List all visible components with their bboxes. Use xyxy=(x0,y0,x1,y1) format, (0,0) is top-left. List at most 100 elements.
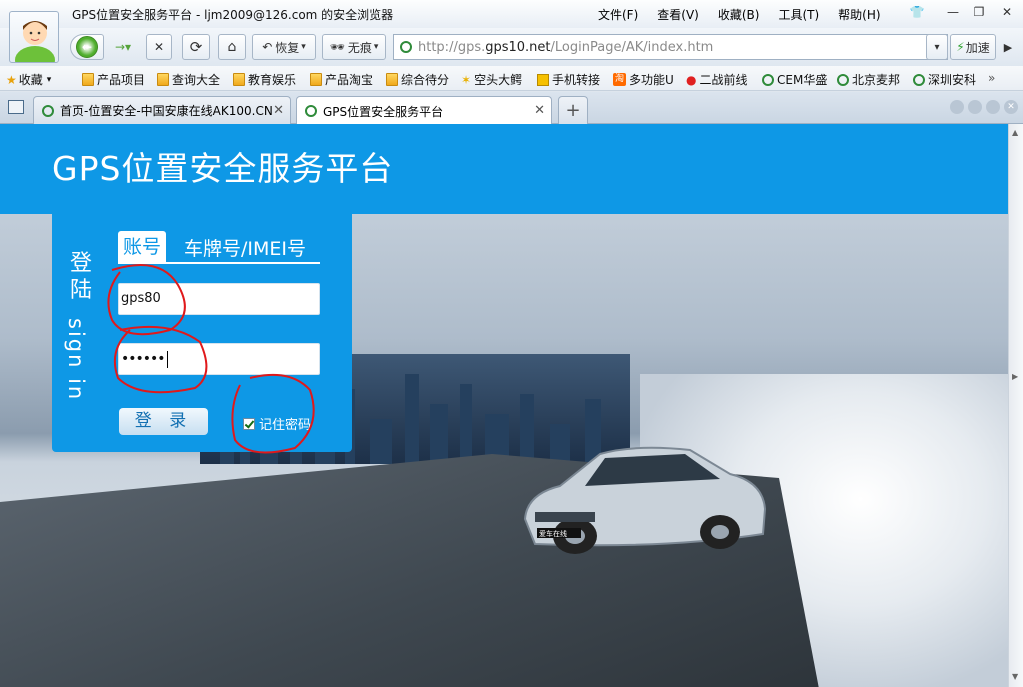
scroll-middle-icon[interactable]: ▶ xyxy=(1012,372,1018,381)
bookmark-folder[interactable]: 综合待分 xyxy=(386,71,449,88)
bookmark-item[interactable]: 北京麦邦 xyxy=(837,71,900,88)
new-tab-button[interactable]: + xyxy=(558,96,588,124)
url-prefix: http://gps. xyxy=(418,39,486,55)
bookmark-label: CEM华盛 xyxy=(777,73,828,87)
globe-icon xyxy=(42,104,54,117)
menu-tools[interactable]: 工具(T) xyxy=(778,6,819,23)
url-domain: gps10.net xyxy=(485,39,551,55)
page-icon xyxy=(400,41,412,53)
bookmark-label: 收藏 xyxy=(18,73,43,87)
bookmarks-overflow-icon[interactable]: » xyxy=(988,71,995,85)
password-input[interactable]: •••••• xyxy=(118,343,320,375)
globe-icon xyxy=(305,105,317,117)
skin-icon[interactable]: 👕 xyxy=(908,4,926,20)
bookmark-favorites[interactable]: ★ 收藏 ▾ xyxy=(6,71,51,88)
globe-icon xyxy=(762,73,774,86)
minimize-icon[interactable]: — xyxy=(944,4,962,20)
bookmark-folder[interactable]: 产品项目 xyxy=(82,71,145,88)
forward-button[interactable]: →▾ xyxy=(106,34,140,60)
window-title: GPS位置安全服务平台 - ljm2009@126.com 的安全浏览器 xyxy=(72,8,394,22)
close-window-icon[interactable]: ✕ xyxy=(998,4,1016,20)
address-bar[interactable]: http://gps.gps10.net/LoginPage/AK/index.… xyxy=(393,34,948,60)
bookmark-folder[interactable]: 产品淘宝 xyxy=(310,71,373,88)
close-tab-icon[interactable]: ✕ xyxy=(534,103,545,118)
menu-favorites[interactable]: 收藏(B) xyxy=(718,6,760,23)
user-avatar[interactable] xyxy=(9,11,59,63)
star-icon: ★ xyxy=(6,72,17,87)
tab-scroll-right-icon[interactable] xyxy=(968,100,982,114)
menu-help[interactable]: 帮助(H) xyxy=(838,6,880,23)
forward-arrow-icon: →▾ xyxy=(114,40,132,54)
menu-bar: 文件(F) 查看(V) 收藏(B) 工具(T) 帮助(H) xyxy=(598,6,900,23)
restore-tabs-button[interactable]: ↶ 恢复 ▾ xyxy=(252,34,316,60)
bookmark-item[interactable]: 手机转接 xyxy=(537,71,600,88)
bookmark-item[interactable]: 深圳安科 xyxy=(913,71,976,88)
bookmark-label: 产品淘宝 xyxy=(325,73,374,87)
remember-password-label: 记住密码 xyxy=(259,418,312,433)
tab-home[interactable]: 首页-位置安全-中国安康在线AK100.CN ✕ xyxy=(33,96,291,124)
go-button[interactable]: ▶ xyxy=(998,34,1018,60)
accelerate-label: 加速 xyxy=(965,40,990,55)
login-button[interactable]: 登 录 xyxy=(119,408,208,435)
web-page: 爱车在线 GPS位置安全服务平台 登陆 sign in 账号 车牌号/IMEI号… xyxy=(0,124,1008,687)
taobao-icon: 淘 xyxy=(613,73,626,86)
chevron-down-icon: ▾ xyxy=(46,74,52,85)
bookmark-item[interactable]: ✶ 空头大鳄 xyxy=(461,71,522,88)
username-input[interactable]: gps80 xyxy=(118,283,320,315)
bookmark-label: 产品项目 xyxy=(97,73,146,87)
bookmark-folder[interactable]: 查询大全 xyxy=(157,71,220,88)
page-title: GPS位置安全服务平台 xyxy=(52,149,394,188)
phone-icon xyxy=(537,73,549,86)
sign-in-en-label: sign in xyxy=(64,318,88,402)
back-arrow-icon: ← xyxy=(76,36,98,58)
password-mask: •••••• xyxy=(121,351,166,367)
incognito-button[interactable]: 🕶 无痕 ▾ xyxy=(322,34,386,60)
scroll-down-icon[interactable]: ▼ xyxy=(1012,672,1018,681)
login-panel: 登陆 sign in 账号 车牌号/IMEI号 gps80 •••••• 登 录… xyxy=(52,214,352,452)
plus-icon: + xyxy=(565,100,581,121)
tab-list-icon[interactable] xyxy=(986,100,1000,114)
bookmark-item[interactable]: 淘多功能U xyxy=(613,71,674,88)
accelerate-button[interactable]: ⚡ 加速 xyxy=(950,34,996,60)
folder-icon xyxy=(233,73,245,86)
sign-in-cn-label: 登陆 xyxy=(69,251,92,303)
text-caret xyxy=(166,350,168,368)
incognito-icon: 🕶 xyxy=(329,40,345,54)
menu-view[interactable]: 查看(V) xyxy=(657,6,699,23)
address-dropdown-button[interactable]: ▾ xyxy=(926,34,948,60)
sidebar-toggle-icon[interactable] xyxy=(8,100,24,114)
home-icon: ⌂ xyxy=(227,39,237,55)
scroll-up-icon[interactable]: ▲ xyxy=(1012,128,1018,137)
back-button[interactable]: ← xyxy=(70,34,104,60)
tab-plate-imei[interactable]: 车牌号/IMEI号 xyxy=(184,234,306,261)
bookmark-item[interactable]: ● 二战前线 xyxy=(686,71,748,88)
remember-password-checkbox[interactable] xyxy=(243,417,255,430)
bookmark-label: 综合待分 xyxy=(401,73,450,87)
remember-password[interactable]: 记住密码 xyxy=(243,414,311,433)
tab-underline xyxy=(118,262,320,264)
folder-icon xyxy=(310,73,322,86)
restore-window-icon[interactable]: ❐ xyxy=(970,4,988,20)
stop-icon: ✕ xyxy=(153,40,165,54)
tab-label: 首页-位置安全-中国安康在线AK100.CN xyxy=(60,104,273,118)
tab-gps-platform[interactable]: GPS位置安全服务平台 ✕ xyxy=(296,96,552,125)
home-button[interactable]: ⌂ xyxy=(218,34,246,60)
tab-scroll-left-icon[interactable] xyxy=(950,100,964,114)
refresh-button[interactable]: ⟳ xyxy=(182,34,210,60)
vertical-scrollbar[interactable]: ▲ ▶ ▼ xyxy=(1008,124,1023,687)
tab-account[interactable]: 账号 xyxy=(118,231,166,263)
refresh-icon: ⟳ xyxy=(189,38,203,56)
incognito-label: 无痕 xyxy=(347,40,372,55)
stop-button[interactable]: ✕ xyxy=(146,34,172,60)
close-all-tabs-icon[interactable]: ✕ xyxy=(1004,100,1018,114)
menu-file[interactable]: 文件(F) xyxy=(598,6,638,23)
folder-icon xyxy=(82,73,94,86)
bookmark-folder[interactable]: 教育娱乐 xyxy=(233,71,296,88)
tab-label: GPS位置安全服务平台 xyxy=(323,104,444,119)
url-text: http://gps.gps10.net/LoginPage/AK/index.… xyxy=(418,40,713,55)
close-tab-icon[interactable]: ✕ xyxy=(273,103,284,118)
bookmark-label: 二战前线 xyxy=(699,73,748,87)
folder-icon xyxy=(386,73,398,86)
pin-icon: ● xyxy=(686,72,697,87)
bookmark-item[interactable]: CEM华盛 xyxy=(762,71,827,88)
